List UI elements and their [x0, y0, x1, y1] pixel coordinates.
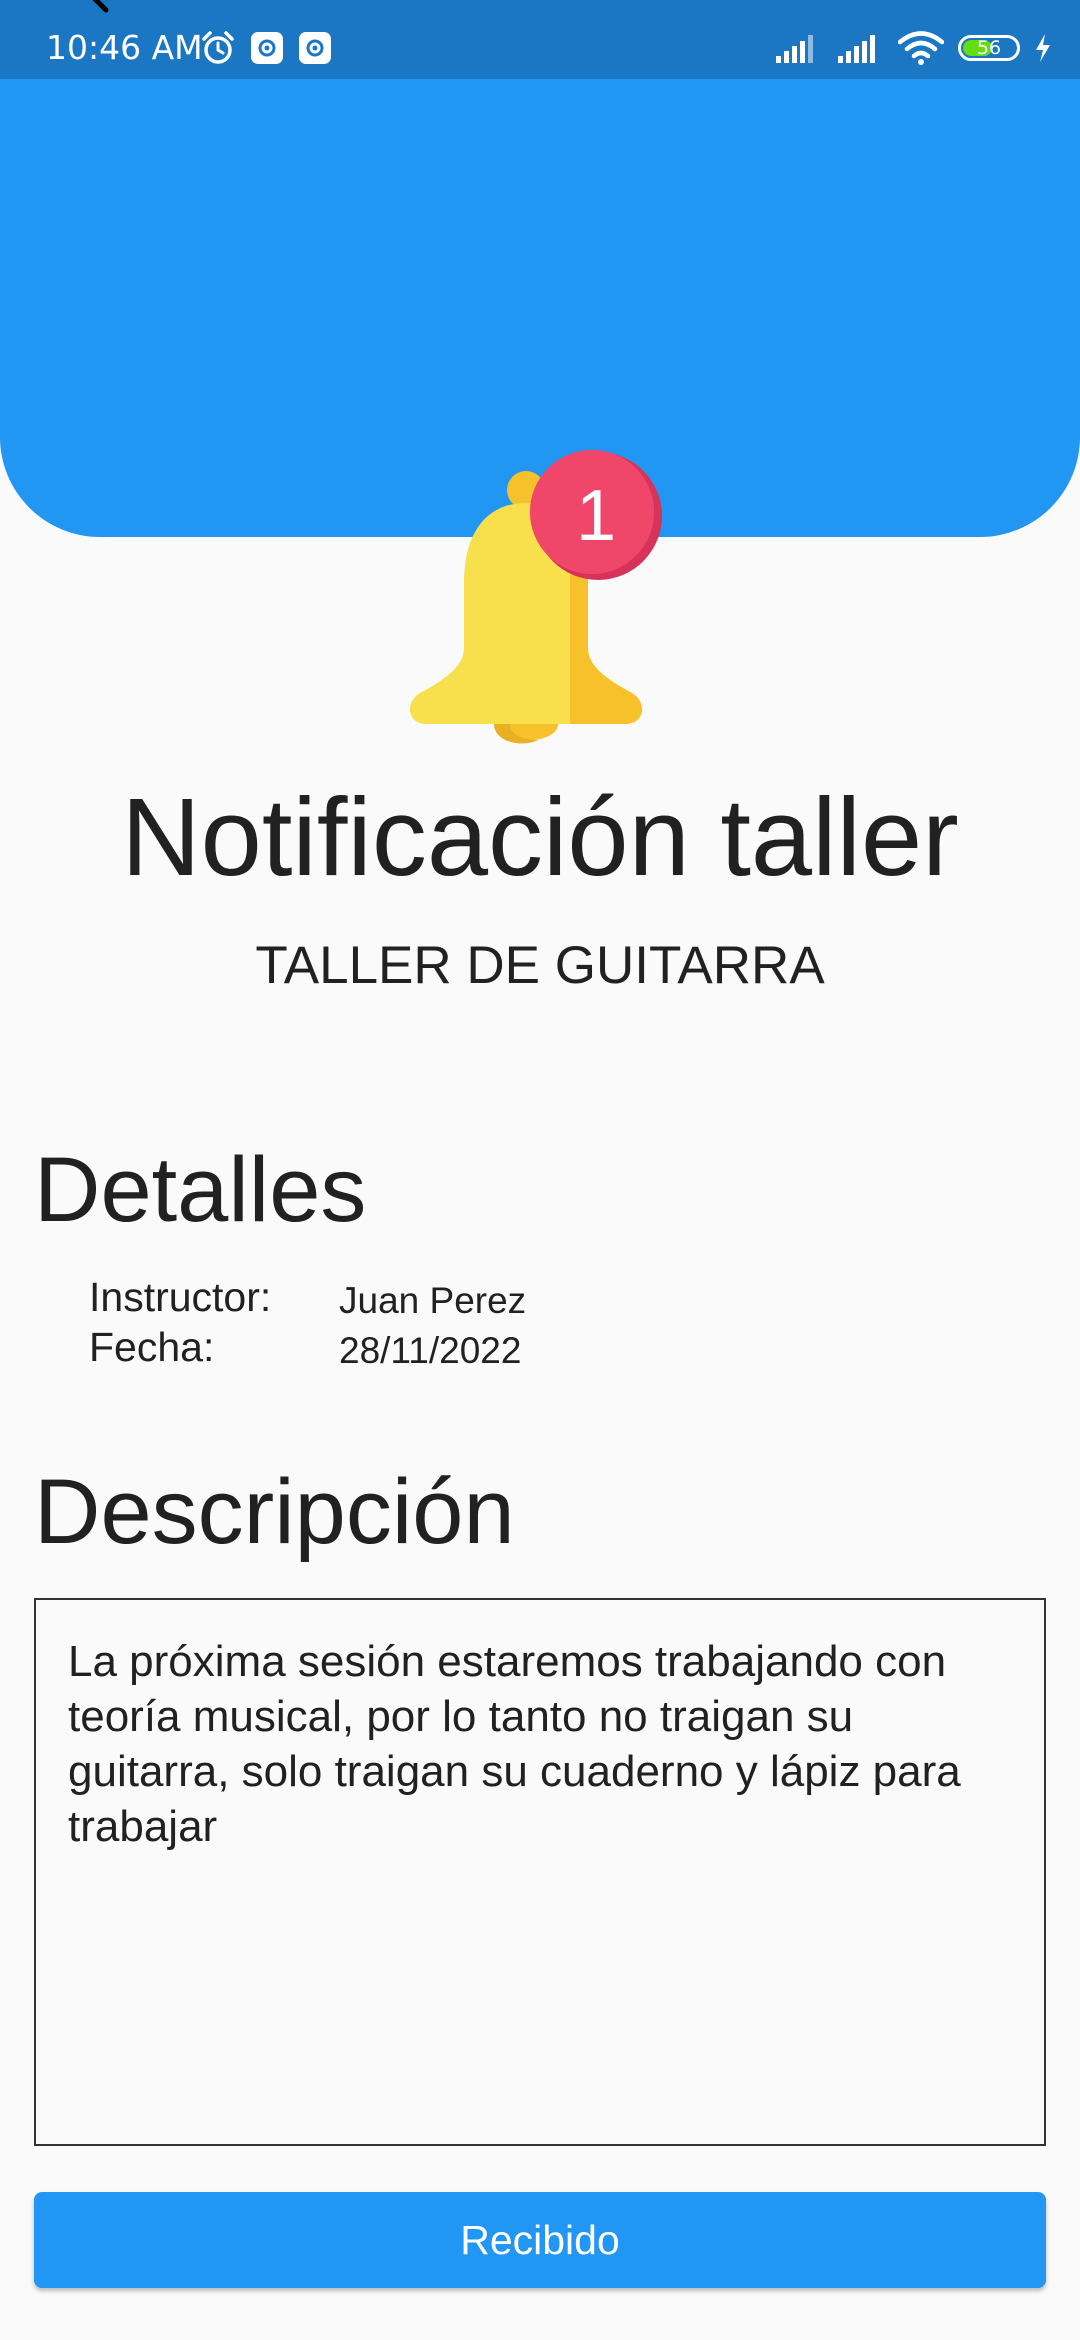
page-title: Notificación taller [121, 776, 959, 899]
alarm-icon [202, 31, 234, 64]
charging-icon [1036, 34, 1050, 62]
status-left-icons [200, 28, 332, 68]
status-bar: 10:46 AM 56 [0, 0, 1080, 79]
status-time: 10:46 AM [46, 28, 203, 67]
workshop-name: TALLER DE GUITARRA [255, 936, 825, 995]
battery-icon: 56 [958, 35, 1020, 61]
date-value: 28/11/2022 [339, 1330, 522, 1371]
received-button[interactable]: Recibido [34, 2192, 1046, 2288]
settings-app-icon [251, 32, 283, 64]
signal-icon [838, 35, 875, 63]
instructor-label: Instructor: [89, 1274, 272, 1320]
instructor-value: Juan Perez [339, 1280, 527, 1321]
date-label: Fecha: [89, 1324, 215, 1370]
notification-badge-count: 1 [576, 476, 616, 556]
settings-app-icon [299, 32, 331, 64]
signal-icon [776, 35, 813, 63]
wifi-icon [898, 31, 944, 65]
description-text-box[interactable]: La próxima sesión estaremos trabajando c… [34, 1598, 1046, 2146]
details-heading: Detalles [34, 1139, 367, 1241]
status-right-icons: 56 [774, 28, 1052, 68]
battery-level-text: 56 [976, 37, 1002, 59]
back-arrow-icon[interactable] [82, 0, 122, 18]
description-heading: Descripción [34, 1461, 515, 1563]
notification-bell-icon: 1 [410, 449, 662, 744]
